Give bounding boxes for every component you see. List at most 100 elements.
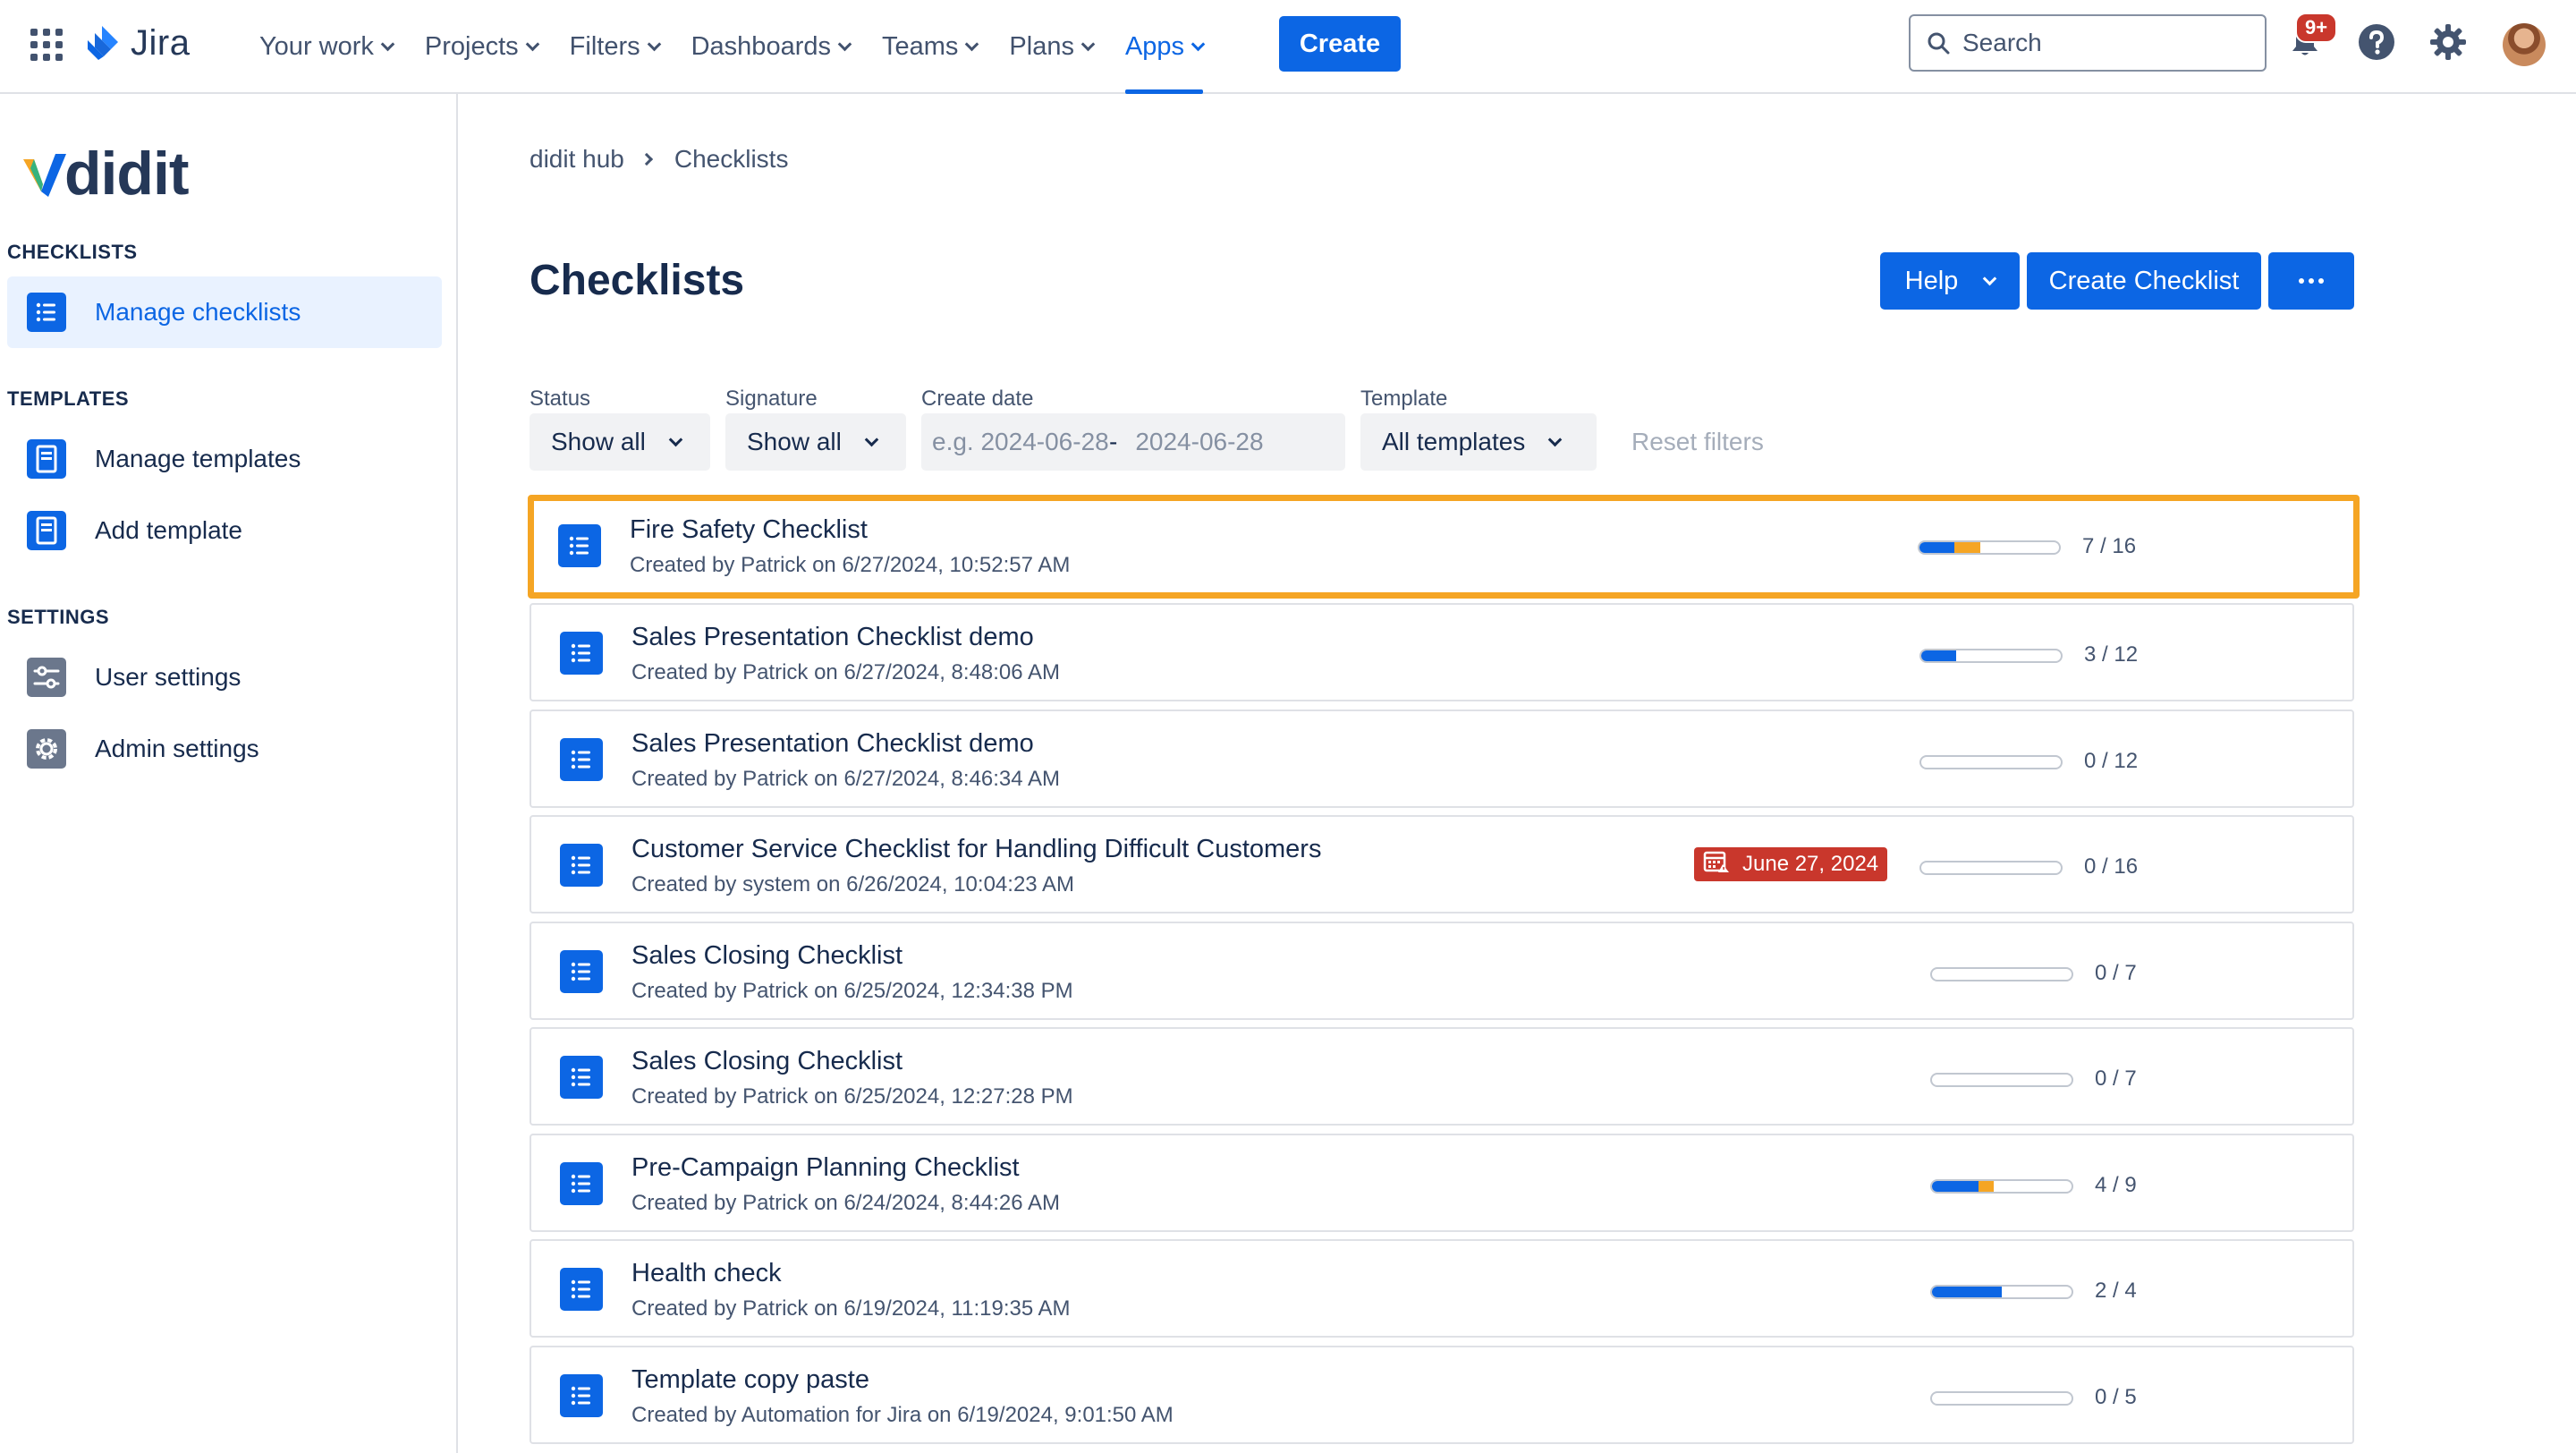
didit-wordmark: didit [64, 140, 190, 208]
progress-count: 7 / 16 [2082, 534, 2137, 558]
checklist-row[interactable]: Pre-Campaign Planning Checklist Created b… [530, 1134, 2354, 1232]
checklist-row[interactable]: Template copy paste Created by Automation… [530, 1346, 2354, 1444]
progress-bar [1930, 1285, 2073, 1299]
progress-count: 0 / 7 [2095, 1066, 2137, 1091]
checklist-title[interactable]: Sales Closing Checklist [631, 941, 902, 971]
checklist-row[interactable]: Customer Service Checklist for Handling … [530, 815, 2354, 913]
checklist-title[interactable]: Sales Presentation Checklist demo [631, 729, 1034, 759]
progress-bar [1918, 540, 2061, 555]
nav-dashboards[interactable]: Dashboards [675, 0, 866, 94]
checklist-created-info: Created by Patrick on 6/25/2024, 12:34:3… [631, 979, 1073, 1003]
checklist-icon [560, 1162, 603, 1205]
template-filter-select[interactable]: All templates [1360, 413, 1597, 471]
chevron-down-icon [1080, 37, 1096, 52]
sidebar-item-manage-templates[interactable]: Manage templates [7, 423, 442, 495]
sidebar-item-label: User settings [95, 663, 242, 691]
chevron-down-icon [1548, 432, 1563, 446]
didit-check-logo-icon [23, 154, 66, 197]
checklist-title[interactable]: Customer Service Checklist for Handling … [631, 835, 1321, 864]
progress-done-fill [1932, 1287, 2002, 1297]
section-heading-settings: SETTINGS [7, 606, 110, 628]
app-switcher-icon[interactable] [30, 29, 63, 61]
chevron-down-icon [647, 37, 661, 52]
progress-done-fill [1921, 650, 1956, 661]
checklist-title[interactable]: Template copy paste [631, 1365, 869, 1395]
help-icon[interactable] [2356, 21, 2397, 63]
chevron-down-icon [1191, 37, 1206, 52]
checklist-title[interactable]: Sales Closing Checklist [631, 1047, 902, 1076]
template-filter-label: Template [1360, 387, 1448, 411]
sidebar-item-admin-settings[interactable]: Admin settings [7, 713, 442, 785]
help-button[interactable]: Help [1880, 252, 2020, 310]
calendar-warning-icon [1703, 850, 1742, 879]
checklist-created-info: Created by system on 6/26/2024, 10:04:23… [631, 872, 1074, 896]
checklist-row[interactable]: Sales Presentation Checklist demo Created… [530, 603, 2354, 701]
checklist-title[interactable]: Health check [631, 1259, 782, 1288]
progress-partial-fill [1954, 542, 1981, 553]
chevron-down-icon [864, 432, 879, 446]
reset-filters-link[interactable]: Reset filters [1631, 428, 1764, 456]
create-date-from-input[interactable] [921, 428, 1109, 456]
progress-bar [1930, 1391, 2073, 1406]
user-avatar[interactable] [2503, 23, 2546, 66]
sidebar-item-manage-checklists[interactable]: Manage checklists [7, 276, 442, 348]
sliders-icon [25, 656, 68, 699]
date-range-separator: - [1109, 428, 1118, 455]
status-filter-label: Status [530, 387, 591, 411]
checklist-row[interactable]: Health check Created by Patrick on 6/19/2… [530, 1239, 2354, 1338]
sidebar-item-user-settings[interactable]: User settings [7, 642, 442, 713]
checklist-icon [560, 632, 603, 675]
signature-filter-select[interactable]: Show all [725, 413, 906, 471]
progress-bar [1919, 755, 2063, 769]
template-filter-value: All templates [1382, 428, 1526, 455]
search-box[interactable] [1909, 14, 2267, 72]
progress-count: 0 / 16 [2084, 854, 2139, 879]
due-date-badge: June 27, 2024 [1694, 847, 1888, 881]
jira-logo[interactable]: Jira [84, 23, 190, 63]
more-actions-button[interactable] [2268, 252, 2354, 310]
search-icon [1928, 32, 1950, 55]
primary-nav: Your work Projects Filters Dashboards Te… [243, 0, 1219, 94]
checklist-title[interactable]: Sales Presentation Checklist demo [631, 623, 1034, 652]
section-heading-templates: TEMPLATES [7, 387, 130, 410]
breadcrumb-item-checklists[interactable]: Checklists [674, 145, 789, 174]
progress-bar [1930, 1073, 2073, 1087]
progress-count: 0 / 5 [2095, 1385, 2137, 1409]
checklist-icon [560, 1374, 603, 1417]
due-date-text: June 27, 2024 [1742, 852, 1879, 876]
more-dots-icon [2299, 278, 2324, 284]
progress-done-fill [1919, 542, 1954, 553]
settings-gear-icon[interactable] [2428, 21, 2469, 63]
nav-label: Apps [1124, 32, 1185, 61]
list-icon [25, 291, 68, 334]
signature-filter-label: Signature [725, 387, 818, 411]
search-input[interactable] [1962, 29, 2249, 57]
nav-apps[interactable]: Apps [1109, 0, 1219, 94]
nav-plans[interactable]: Plans [993, 0, 1109, 94]
progress-count: 0 / 7 [2095, 961, 2137, 985]
nav-label: Your work [259, 32, 374, 61]
nav-teams[interactable]: Teams [866, 0, 993, 94]
signature-filter-value: Show all [747, 428, 842, 455]
checklist-row[interactable]: Sales Presentation Checklist demo Created… [530, 710, 2354, 808]
nav-your-work[interactable]: Your work [243, 0, 409, 94]
checklist-row[interactable]: Fire Safety Checklist Created by Patrick … [528, 495, 2360, 599]
create-checklist-button[interactable]: Create Checklist [2027, 252, 2261, 310]
status-filter-value: Show all [551, 428, 646, 455]
create-date-to-input[interactable] [1126, 428, 1306, 456]
checklist-title[interactable]: Pre-Campaign Planning Checklist [631, 1153, 1020, 1183]
create-button[interactable]: Create [1279, 16, 1401, 72]
progress-bar [1930, 967, 2073, 981]
status-filter-select[interactable]: Show all [530, 413, 710, 471]
checklist-row[interactable]: Sales Closing Checklist Created by Patric… [530, 1027, 2354, 1126]
sidebar-item-add-template[interactable]: Add template [7, 495, 442, 566]
checklist-title[interactable]: Fire Safety Checklist [630, 515, 868, 545]
checklist-created-info: Created by Patrick on 6/27/2024, 10:52:5… [630, 553, 1071, 577]
checklist-icon [560, 844, 603, 887]
breadcrumb-item-didit-hub[interactable]: didit hub [530, 145, 624, 174]
nav-filters[interactable]: Filters [554, 0, 675, 94]
checklist-row[interactable]: Sales Closing Checklist Created by Patric… [530, 922, 2354, 1020]
nav-projects[interactable]: Projects [409, 0, 554, 94]
checklist-icon [558, 524, 601, 567]
progress-count: 3 / 12 [2084, 642, 2139, 667]
